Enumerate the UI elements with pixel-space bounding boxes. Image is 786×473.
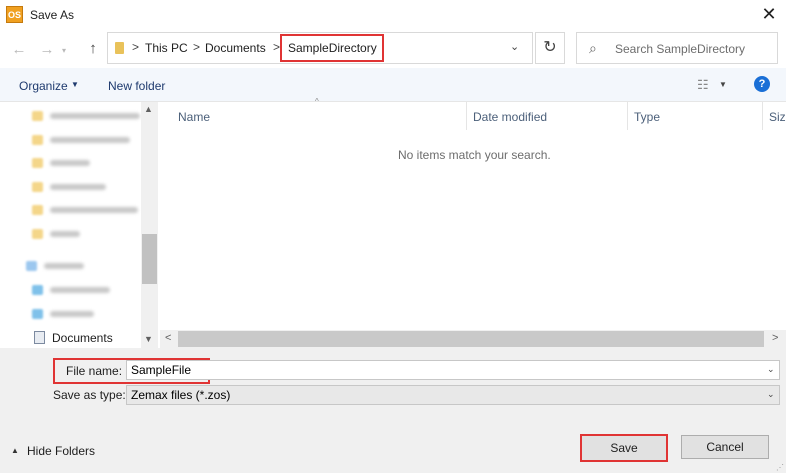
- view-options-icon[interactable]: ☷: [697, 77, 709, 93]
- toolbar: Organize ▼ New folder ☷ ▼ ?: [0, 68, 786, 102]
- help-icon[interactable]: ?: [754, 76, 770, 92]
- scroll-thumb[interactable]: [142, 234, 157, 284]
- scroll-down-icon[interactable]: ▼: [144, 334, 153, 344]
- caret-down-icon[interactable]: ▼: [71, 80, 79, 89]
- window-title: Save As: [30, 8, 75, 22]
- save-type-select[interactable]: Zemax files (*.zos) ⌄: [126, 385, 780, 405]
- scroll-thumb[interactable]: [178, 331, 764, 347]
- column-divider[interactable]: [466, 102, 467, 130]
- refresh-button[interactable]: ↻: [535, 32, 565, 64]
- breadcrumb-separator[interactable]: >: [132, 40, 139, 54]
- new-folder-button[interactable]: New folder: [108, 79, 165, 93]
- chevron-down-icon[interactable]: ⌄: [510, 40, 519, 53]
- folder-icon: [115, 42, 124, 54]
- column-header-date-modified[interactable]: Date modified: [473, 110, 547, 124]
- column-header-name[interactable]: Name: [178, 110, 210, 124]
- chevron-down-icon[interactable]: ⌄: [767, 364, 775, 375]
- caret-up-icon[interactable]: ▲: [11, 446, 19, 455]
- scroll-left-icon[interactable]: <: [165, 332, 171, 344]
- nav-scrollbar[interactable]: ▲ ▼: [141, 102, 158, 348]
- file-name-input[interactable]: SampleFile ⌄: [126, 360, 780, 380]
- file-list[interactable]: ^ Name Date modified Type Siz No items m…: [160, 97, 786, 348]
- column-divider[interactable]: [627, 102, 628, 130]
- save-type-value: Zemax files (*.zos): [131, 388, 231, 402]
- address-bar[interactable]: > This PC > Documents > SampleDirectory …: [107, 32, 533, 64]
- app-icon: OS: [6, 6, 23, 23]
- search-box[interactable]: ⌕ Search SampleDirectory: [576, 32, 778, 64]
- column-divider[interactable]: [762, 102, 763, 130]
- chevron-down-icon[interactable]: ⌄: [767, 389, 775, 400]
- back-arrow-icon[interactable]: ←: [10, 41, 28, 58]
- close-button[interactable]: ✕: [758, 5, 780, 25]
- caret-down-icon[interactable]: ▼: [719, 80, 727, 89]
- breadcrumb-documents[interactable]: Documents: [205, 41, 266, 55]
- search-icon: ⌕: [589, 40, 597, 56]
- hide-folders-button[interactable]: Hide Folders: [27, 444, 95, 458]
- scroll-up-icon[interactable]: ▲: [144, 104, 153, 114]
- file-name-value: SampleFile: [131, 363, 192, 377]
- recent-dropdown-icon[interactable]: ▾: [62, 46, 66, 55]
- horizontal-scrollbar[interactable]: < >: [160, 330, 786, 348]
- breadcrumb-this-pc[interactable]: This PC: [145, 41, 188, 55]
- column-header-type[interactable]: Type: [634, 110, 660, 124]
- column-header-size[interactable]: Siz: [769, 110, 786, 124]
- nav-item-label: Documents: [52, 331, 113, 345]
- empty-state-message: No items match your search.: [398, 148, 551, 162]
- document-icon: [34, 331, 45, 344]
- save-options-panel: File name: SampleFile ⌄ Save as type: Ze…: [0, 348, 786, 473]
- resize-grip-icon[interactable]: ⋰: [776, 463, 784, 472]
- breadcrumb-separator[interactable]: >: [193, 40, 200, 54]
- up-arrow-icon[interactable]: ↑: [84, 40, 102, 57]
- title-bar: OS Save As ✕: [0, 0, 786, 30]
- navigation-pane[interactable]: Documents: [0, 102, 158, 348]
- cancel-button[interactable]: Cancel: [681, 435, 769, 459]
- file-name-label: File name:: [66, 364, 123, 378]
- breadcrumb-separator[interactable]: >: [273, 40, 280, 54]
- save-button[interactable]: Save: [580, 434, 668, 462]
- scroll-right-icon[interactable]: >: [772, 332, 778, 344]
- search-input[interactable]: Search SampleDirectory: [615, 42, 745, 56]
- forward-arrow-icon[interactable]: →: [38, 41, 56, 58]
- nav-item-documents[interactable]: Documents: [28, 328, 138, 348]
- save-type-label: Save as type:: [53, 388, 126, 402]
- breadcrumb-sample-directory[interactable]: SampleDirectory: [288, 41, 377, 55]
- sort-indicator-icon: ^: [315, 97, 319, 106]
- organize-button[interactable]: Organize: [19, 79, 68, 93]
